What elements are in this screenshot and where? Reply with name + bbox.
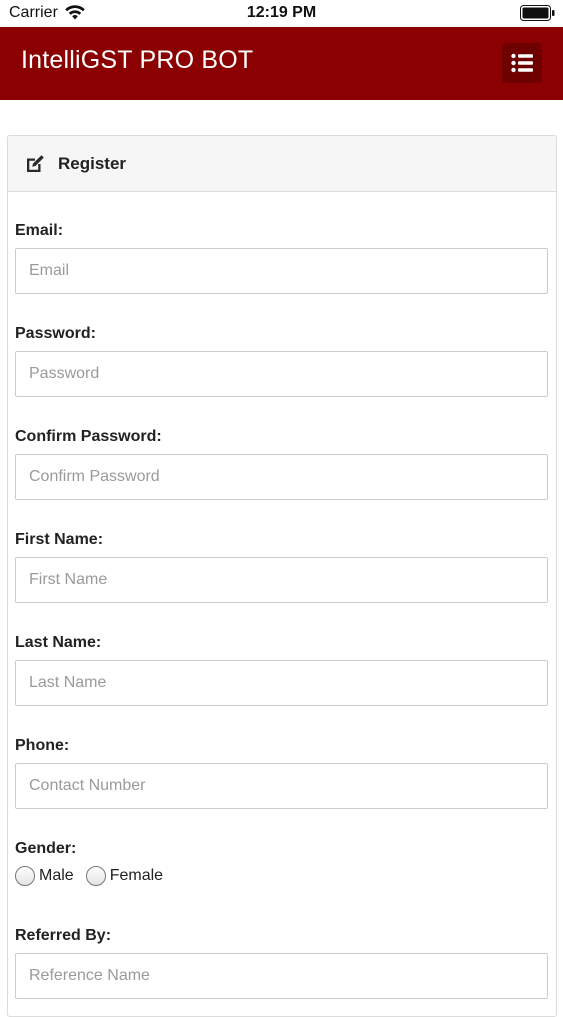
female-radio-label[interactable]: Female <box>110 867 163 885</box>
last-name-input[interactable] <box>15 660 548 706</box>
password-input[interactable] <box>15 351 548 397</box>
gender-label: Gender: <box>15 840 77 857</box>
phone-label: Phone: <box>15 737 70 754</box>
clock: 12:19 PM <box>246 4 317 21</box>
gender-options: Male Female <box>15 866 548 886</box>
register-card-header: Register <box>8 136 556 192</box>
phone-group: Phone: <box>15 737 548 809</box>
first-name-input[interactable] <box>15 557 548 603</box>
list-menu-icon <box>511 53 533 73</box>
gender-group: Gender: Male Female <box>15 840 548 886</box>
male-radio[interactable] <box>15 866 35 886</box>
battery-icon <box>520 5 555 21</box>
last-name-label: Last Name: <box>15 634 102 651</box>
last-name-group: Last Name: <box>15 634 548 706</box>
first-name-group: First Name: <box>15 531 548 603</box>
confirm-password-input[interactable] <box>15 454 548 500</box>
app-title: IntelliGST PRO BOT <box>21 46 254 74</box>
female-radio[interactable] <box>85 866 106 886</box>
referred-by-label: Referred By: <box>15 927 112 944</box>
status-bar: Carrier 12:19 PM <box>0 0 563 27</box>
confirm-password-group: Confirm Password: <box>15 428 548 500</box>
password-group: Password: <box>15 325 548 397</box>
referred-by-input[interactable] <box>15 953 548 999</box>
register-title: Register <box>58 153 127 173</box>
register-card: Register Email: Password: Confirm Passwo… <box>7 135 557 1017</box>
app-header: IntelliGST PRO BOT <box>0 27 563 100</box>
gender-option-male[interactable]: Male <box>15 866 74 886</box>
menu-button[interactable] <box>502 43 542 83</box>
email-input[interactable] <box>15 248 548 294</box>
email-group: Email: <box>15 222 548 294</box>
confirm-password-label: Confirm Password: <box>15 428 162 445</box>
male-radio-label[interactable]: Male <box>39 867 74 885</box>
password-label: Password: <box>15 325 96 342</box>
first-name-label: First Name: <box>15 531 104 548</box>
edit-icon <box>27 154 44 172</box>
gender-option-female[interactable]: Female <box>85 866 163 886</box>
referred-by-group: Referred By: <box>15 927 548 999</box>
phone-input[interactable] <box>15 763 548 809</box>
email-label: Email: <box>15 222 64 239</box>
